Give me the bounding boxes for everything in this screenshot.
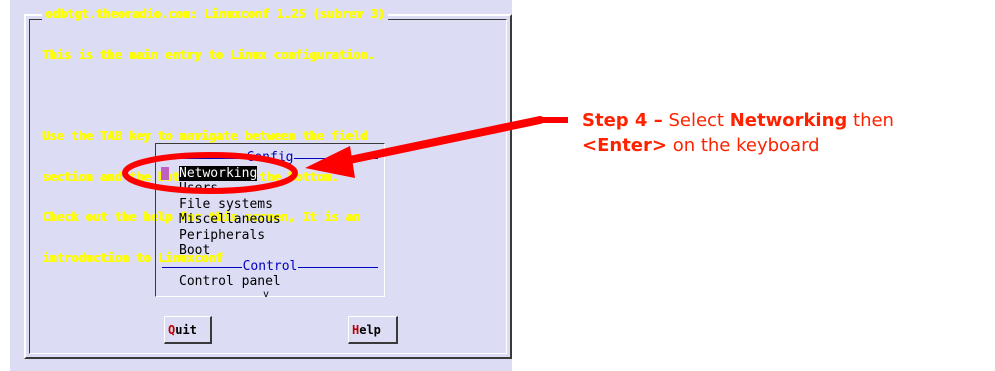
step-callout: Step 4 – Select Networking then <Enter> … — [582, 108, 982, 158]
callout-text: on the keyboard — [666, 135, 820, 156]
callout-text: Select — [662, 110, 730, 131]
highlight-ellipse — [122, 152, 298, 194]
callout-text: then — [847, 110, 894, 131]
arrow-head-icon — [305, 146, 355, 178]
callout-key: <Enter> — [582, 135, 667, 156]
arrow-shaft — [336, 116, 544, 166]
callout-step: Step 4 – — [582, 110, 663, 131]
annotation-overlay — [122, 116, 568, 194]
callout-keyword: Networking — [729, 110, 848, 131]
